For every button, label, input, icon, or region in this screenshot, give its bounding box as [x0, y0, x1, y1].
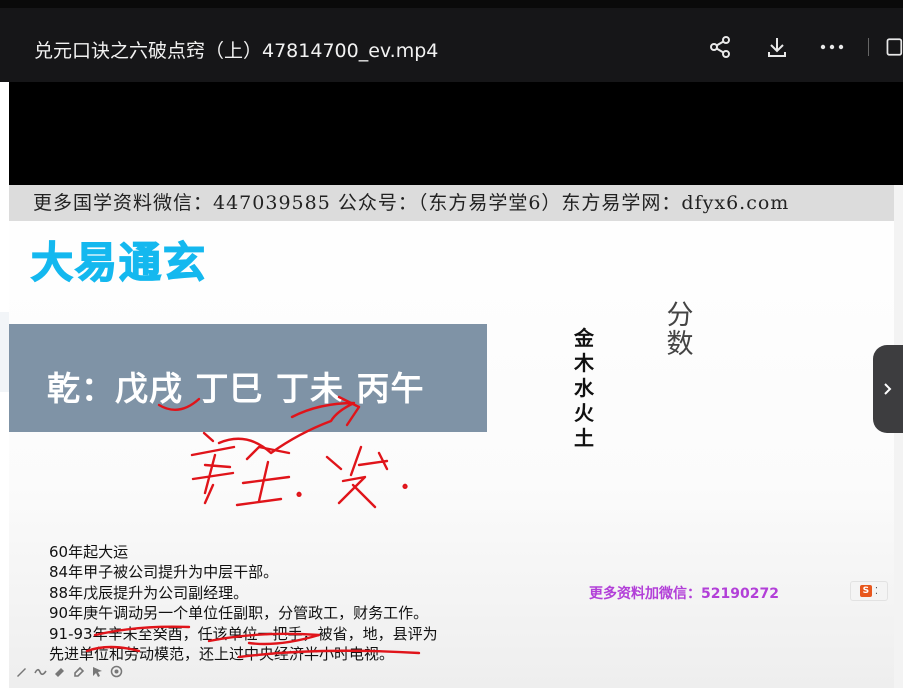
pointer-tool-icon[interactable]	[91, 663, 104, 677]
fenshu-label: 分 数	[663, 301, 697, 359]
case-notes: 60年起大运 84年甲子被公司提升为中层干部。 88年戊辰提升为公司副经理。 9…	[49, 542, 438, 664]
toolbar-divider	[868, 38, 869, 56]
note-line: 60年起大运	[49, 543, 129, 561]
note-line: 88年戊辰提升为公司副经理。	[49, 583, 249, 602]
share-button[interactable]	[705, 32, 735, 62]
element-earth: 土	[574, 426, 594, 450]
right-edge	[894, 185, 903, 688]
share-icon	[710, 36, 730, 58]
ime-dots-icon: ⁚	[874, 585, 879, 597]
element-water: 水	[574, 376, 594, 400]
note-line: 84年甲子被公司提升为中层干部。	[49, 563, 279, 582]
record-tool-icon[interactable]	[110, 663, 123, 678]
pen-tool-icon[interactable]	[15, 663, 28, 677]
eraser-tool-icon[interactable]	[72, 663, 85, 677]
marker-tool-icon[interactable]	[53, 663, 66, 677]
note-line: 先进单位和劳动模范，还上过中央经济半小时电视。	[49, 645, 395, 664]
chevron-right-icon	[884, 383, 892, 395]
fenshu-char-2: 数	[666, 329, 694, 360]
next-button[interactable]	[873, 345, 903, 433]
qian-panel: 乾：戊戌 丁巳 丁未 丙午	[9, 324, 487, 432]
window-panel-button[interactable]	[884, 32, 903, 62]
element-wood: 木	[574, 351, 594, 375]
note-line: 91-93年辛未至癸酉，任该单位一把手，被省，地，县评为	[49, 624, 438, 643]
element-metal: 金	[574, 326, 594, 350]
download-button[interactable]	[762, 32, 792, 62]
ime-toolbar[interactable]: S ⁚	[850, 581, 888, 601]
left-edge-mark	[0, 312, 9, 392]
fenshu-char-1: 分	[666, 300, 694, 331]
more-icon	[820, 44, 844, 50]
left-edge	[0, 82, 9, 688]
note-line: 90年庚午调动另一个单位任副职，分管政工，财务工作。	[49, 604, 429, 623]
five-elements: 金 木 水 火 土	[571, 326, 597, 451]
ime-logo-icon: S	[859, 585, 872, 597]
video-letterbox	[9, 82, 903, 185]
title-bar: 兑元口诀之六破点窍（上）47814700_ev.mp4	[0, 0, 903, 82]
element-fire: 火	[574, 401, 594, 425]
download-icon	[768, 38, 786, 57]
slide-logo: 大易通玄	[30, 237, 208, 288]
panel-icon	[886, 38, 903, 56]
video-frame[interactable]: 更多国学资料微信：447039585 公众号：（东方易学堂6）东方易学网：dfy…	[9, 185, 894, 688]
slide-banner: 更多国学资料微信：447039585 公众号：（东方易学堂6）东方易学网：dfy…	[9, 185, 894, 221]
wave-tool-icon[interactable]	[34, 663, 47, 676]
annotation-tools	[15, 663, 123, 678]
wechat-contact: 更多资料加微信：52190272	[589, 586, 779, 602]
window-title: 兑元口诀之六破点窍（上）47814700_ev.mp4	[34, 40, 439, 62]
more-button[interactable]	[817, 32, 847, 62]
qian-pillars: 乾：戊戌 丁巳 丁未 丙午	[47, 369, 425, 408]
top-strip	[0, 0, 903, 8]
